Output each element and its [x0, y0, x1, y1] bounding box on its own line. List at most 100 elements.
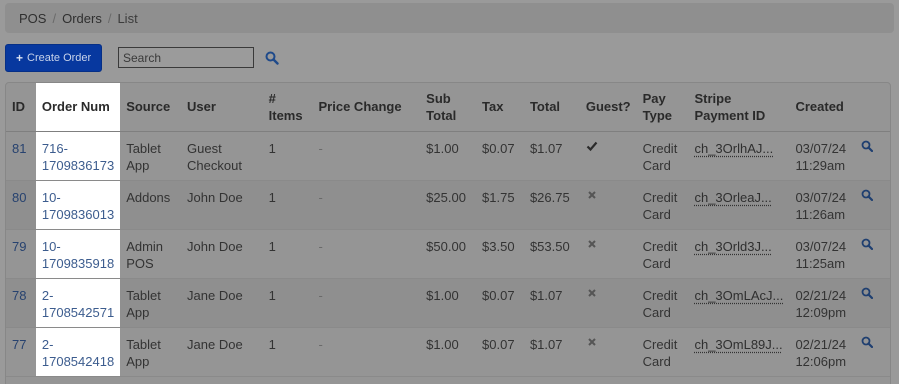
- search-input[interactable]: [118, 47, 254, 68]
- col-guest[interactable]: Guest?: [580, 83, 637, 131]
- cell-order-num: 716-1709836173: [36, 131, 120, 180]
- cell-tax: $0.07: [476, 327, 524, 376]
- cell-order-num: 2-1708542571: [36, 278, 120, 327]
- cell-id: 80: [6, 180, 36, 229]
- col-total[interactable]: Total: [524, 83, 580, 131]
- cell-id: 77: [6, 327, 36, 376]
- cell-user: Guest Checkout: [181, 131, 263, 180]
- cell-stripe-id: ch_3Orld3J...: [688, 229, 789, 278]
- cell-price-change: -: [313, 229, 421, 278]
- table-row: 77 2-1708542418 Tablet App Jane Doe 1 - …: [6, 327, 890, 376]
- cell-price-change: -: [313, 278, 421, 327]
- create-order-button[interactable]: + Create Order: [5, 44, 102, 72]
- cell-guest: [580, 278, 637, 327]
- order-id-link[interactable]: 77: [12, 337, 26, 352]
- col-order-num[interactable]: Order Num: [36, 83, 120, 131]
- col-price-change[interactable]: Price Change: [313, 83, 421, 131]
- view-order-icon[interactable]: [861, 140, 886, 152]
- table-header-row: ID Order Num Source User # Items Price C…: [6, 83, 890, 131]
- breadcrumb-orders[interactable]: Orders: [62, 11, 102, 26]
- order-num-link[interactable]: 10-1709835918: [42, 239, 114, 271]
- stripe-id[interactable]: ch_3OmLAcJ...: [694, 288, 783, 303]
- cell-actions: [859, 278, 890, 327]
- order-id-link[interactable]: 81: [12, 141, 26, 156]
- stripe-id[interactable]: ch_3OrleaJ...: [694, 190, 771, 205]
- col-user[interactable]: User: [181, 83, 263, 131]
- cell-actions: [859, 327, 890, 376]
- view-order-icon[interactable]: [861, 189, 886, 201]
- order-id-link[interactable]: 79: [12, 239, 26, 254]
- cell-actions: [859, 180, 890, 229]
- cell-tax: $0.07: [476, 278, 524, 327]
- cell-subtotal: $50.00: [420, 229, 476, 278]
- cell-price-change: -: [313, 131, 421, 180]
- order-id-link[interactable]: 80: [12, 190, 26, 205]
- cell-total: $1.07: [524, 327, 580, 376]
- orders-table-card: ID Order Num Source User # Items Price C…: [5, 82, 891, 384]
- cell-guest: [580, 327, 637, 376]
- cell-created: 03/07/24 11:29am: [789, 131, 859, 180]
- col-items[interactable]: # Items: [263, 83, 313, 131]
- stripe-id[interactable]: ch_3OrlhAJ...: [694, 141, 773, 156]
- cell-user: Jane Doe: [181, 327, 263, 376]
- order-id-link[interactable]: 78: [12, 288, 26, 303]
- view-order-icon[interactable]: [861, 238, 886, 250]
- cell-pay-type: Credit Card: [637, 180, 689, 229]
- cell-tax: $1.75: [476, 180, 524, 229]
- cell-source: Admin POS: [120, 229, 181, 278]
- order-num-link[interactable]: 2-1708542418: [42, 337, 114, 369]
- cell-total: $1.07: [524, 131, 580, 180]
- times-icon: [586, 238, 631, 250]
- col-subtotal[interactable]: Sub Total: [420, 83, 476, 131]
- cell-pay-type: Credit Card: [637, 278, 689, 327]
- order-num-link[interactable]: 10-1709836013: [42, 190, 114, 222]
- cell-pay-type: Credit Card: [637, 131, 689, 180]
- order-num-link[interactable]: 2-1708542571: [42, 288, 114, 320]
- times-icon: [586, 189, 631, 201]
- cell-pay-type: Credit Card: [637, 229, 689, 278]
- cell-items: 1: [263, 327, 313, 376]
- cell-created: 03/07/24 11:26am: [789, 180, 859, 229]
- col-created[interactable]: Created: [789, 83, 859, 131]
- cell-actions: [859, 229, 890, 278]
- cell-source: Tablet App: [120, 327, 181, 376]
- col-source[interactable]: Source: [120, 83, 181, 131]
- orders-table: ID Order Num Source User # Items Price C…: [6, 83, 890, 377]
- col-tax[interactable]: Tax: [476, 83, 524, 131]
- table-row: 78 2-1708542571 Tablet App Jane Doe 1 - …: [6, 278, 890, 327]
- check-icon: [586, 140, 631, 152]
- cell-user: John Doe: [181, 229, 263, 278]
- col-pay-type[interactable]: Pay Type: [637, 83, 689, 131]
- col-id[interactable]: ID: [6, 83, 36, 131]
- col-stripe-id[interactable]: Stripe Payment ID: [688, 83, 789, 131]
- cell-id: 78: [6, 278, 36, 327]
- cell-order-num: 10-1709836013: [36, 180, 120, 229]
- cell-subtotal: $25.00: [420, 180, 476, 229]
- stripe-id[interactable]: ch_3OmL89J...: [694, 337, 782, 352]
- cell-guest: [580, 131, 637, 180]
- breadcrumb-pos[interactable]: POS: [19, 11, 46, 26]
- cell-guest: [580, 229, 637, 278]
- cell-stripe-id: ch_3OrlhAJ...: [688, 131, 789, 180]
- col-actions: [859, 83, 890, 131]
- create-order-label: Create Order: [27, 52, 91, 64]
- times-icon: [586, 287, 631, 299]
- cell-id: 81: [6, 131, 36, 180]
- cell-id: 79: [6, 229, 36, 278]
- cell-tax: $0.07: [476, 131, 524, 180]
- cell-items: 1: [263, 180, 313, 229]
- view-order-icon[interactable]: [861, 336, 886, 348]
- cell-subtotal: $1.00: [420, 327, 476, 376]
- stripe-id[interactable]: ch_3Orld3J...: [694, 239, 771, 254]
- cell-items: 1: [263, 278, 313, 327]
- cell-items: 1: [263, 131, 313, 180]
- cell-pay-type: Credit Card: [637, 327, 689, 376]
- cell-tax: $3.50: [476, 229, 524, 278]
- cell-user: Jane Doe: [181, 278, 263, 327]
- view-order-icon[interactable]: [861, 287, 886, 299]
- breadcrumb: POS / Orders / List: [5, 3, 894, 33]
- cell-created: 02/21/24 12:06pm: [789, 327, 859, 376]
- search-icon[interactable]: [265, 51, 279, 65]
- order-num-link[interactable]: 716-1709836173: [42, 141, 114, 173]
- cell-total: $26.75: [524, 180, 580, 229]
